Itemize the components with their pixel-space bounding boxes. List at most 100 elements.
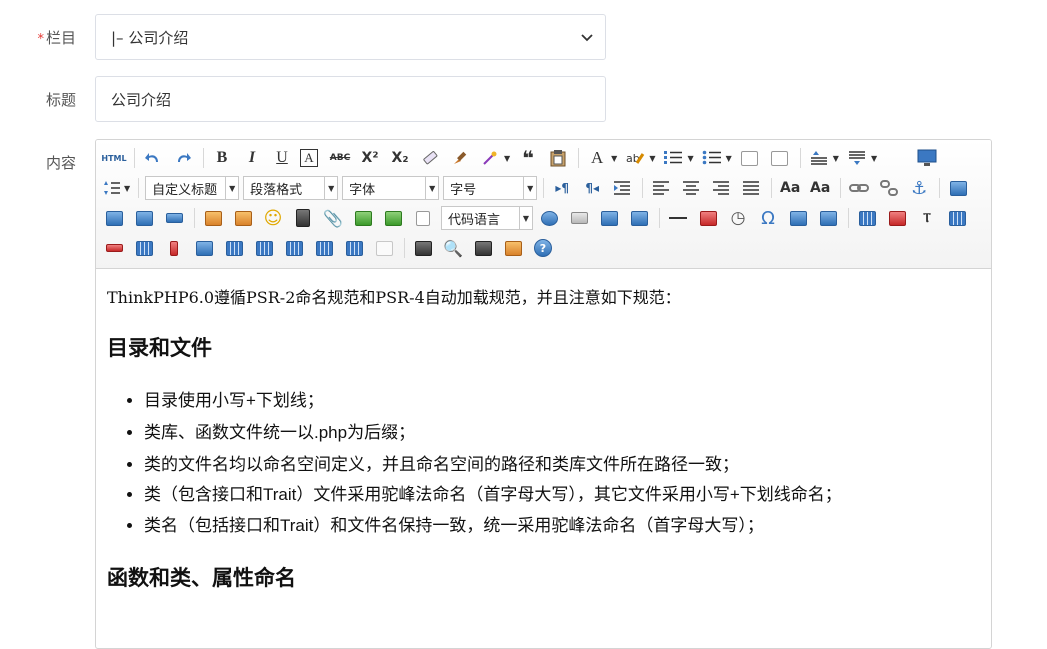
merge-cells-button[interactable] [192,236,216,260]
print-button[interactable] [411,236,435,260]
superscript-button[interactable]: X² [358,146,382,170]
category-label-text: 栏目 [45,29,76,47]
font-size-select[interactable]: 字号 ▼ [443,176,538,200]
template-button[interactable] [597,206,621,230]
chevron-down-icon[interactable]: ▼ [649,154,655,163]
emotion-button[interactable]: ☺ [261,206,285,230]
insert-frame-button[interactable] [411,206,435,230]
underline-button[interactable]: U [270,146,294,170]
background-color-button[interactable]: ab [623,146,647,170]
chevron-down-icon[interactable]: ▼ [504,154,510,163]
to-uppercase-button[interactable]: Aa [778,176,802,200]
fullscreen-button[interactable] [915,146,939,170]
charts-button[interactable] [372,236,396,260]
insert-col-button[interactable] [132,236,156,260]
justify-full-button[interactable] [739,176,763,200]
merge-down-button[interactable] [252,236,276,260]
image-center-button[interactable] [162,206,186,230]
chevron-down-icon[interactable]: ▼ [871,154,877,163]
fontborder-button[interactable]: A [300,149,318,167]
font-family-select[interactable]: 字体 ▼ [342,176,440,200]
attachment-button[interactable]: 📎 [321,206,345,230]
anchor-button[interactable]: ⚓ [907,176,931,200]
select-all-button[interactable] [738,146,762,170]
justify-right-button[interactable] [709,176,733,200]
chevron-down-icon[interactable]: ▼ [611,154,617,163]
insert-table-button[interactable] [855,206,879,230]
drafts-button[interactable] [501,236,525,260]
category-select[interactable]: |– 公司介绍 [95,14,606,60]
delete-col-button[interactable] [162,236,186,260]
unordered-list-button[interactable] [700,146,724,170]
redo-button[interactable] [171,146,195,170]
code-language-select[interactable]: 代码语言 ▼ [441,206,533,230]
auto-typeset-button[interactable] [478,146,502,170]
help-button[interactable]: ? [531,236,555,260]
font-color-button[interactable]: A [585,146,609,170]
to-lowercase-button[interactable]: Aa [808,176,832,200]
simple-upload-button[interactable] [201,206,225,230]
map-button[interactable] [351,206,375,230]
toolbar-separator [642,178,644,198]
link-button[interactable] [847,176,871,200]
word-image-button[interactable] [786,206,810,230]
line-height-button[interactable] [102,176,122,200]
insert-row-button[interactable] [945,206,969,230]
web-app-button[interactable] [537,206,561,230]
strikethrough-button[interactable]: ABC [328,146,352,170]
insert-paragraph-before-table-button[interactable]: Ⲧ [915,206,939,230]
split-to-cols-button[interactable] [342,236,366,260]
undo-button[interactable] [141,146,165,170]
indent-button[interactable] [610,176,634,200]
time-button[interactable]: ◷ [726,206,750,230]
html-source-button[interactable]: HTML [101,146,126,170]
custom-title-select[interactable]: 自定义标题 ▼ [145,176,240,200]
preview-button[interactable]: 🔍 [441,236,465,260]
unlink-button[interactable] [877,176,901,200]
chevron-down-icon[interactable]: ▼ [833,154,839,163]
chevron-down-icon[interactable]: ▼ [124,184,130,193]
unlink-icon [880,180,899,196]
editor-content[interactable]: ThinkPHP6.0遵循PSR-2命名规范和PSR-4自动加载规范，并且注意如… [107,280,967,592]
title-input[interactable]: 公司介绍 [95,76,606,122]
content-label: 内容 [45,154,76,172]
horizontal-rule-button[interactable] [666,206,690,230]
scrawl-button[interactable] [816,206,840,230]
row-spacing-top-button[interactable] [807,146,831,170]
chevron-down-icon[interactable]: ▼ [687,154,693,163]
split-to-rows-button[interactable] [312,236,336,260]
special-chars-button[interactable]: Ω [756,206,780,230]
chevron-down-icon[interactable]: ▼ [726,154,732,163]
justify-left-button[interactable] [649,176,673,200]
gmap-button[interactable] [381,206,405,230]
paragraph-format-select[interactable]: 段落格式 ▼ [243,176,339,200]
justify-center-button[interactable] [679,176,703,200]
paste-text-button[interactable] [546,146,570,170]
image-right-button[interactable] [132,206,156,230]
search-replace-button[interactable] [471,236,495,260]
clear-document-button[interactable] [768,146,792,170]
insert-image-button[interactable] [231,206,255,230]
subscript-button[interactable]: X₂ [388,146,412,170]
ordered-list-button[interactable] [661,146,685,170]
date-button[interactable] [696,206,720,230]
format-brush-button[interactable] [448,146,472,170]
delete-table-button[interactable] [885,206,909,230]
direction-ltr-button[interactable]: ▸¶ [550,176,574,200]
eraser-button[interactable] [418,146,442,170]
italic-button[interactable]: I [240,146,264,170]
chevron-down-icon: ▼ [324,177,337,199]
delete-row-button[interactable] [102,236,126,260]
merge-right-button[interactable] [222,236,246,260]
insert-video-button[interactable] [291,206,315,230]
row-spacing-bottom-button[interactable] [845,146,869,170]
split-to-cells-button[interactable] [282,236,306,260]
page-break-button[interactable] [567,206,591,230]
direction-rtl-button[interactable]: ¶◂ [580,176,604,200]
bold-button[interactable]: B [210,146,234,170]
background-button[interactable] [627,206,651,230]
rich-text-editor[interactable]: HTML B I U A ABC X² X₂ ▼ ❝ A ▼ ab ▼ ▼ ▼ … [95,139,992,649]
image-none-button[interactable] [946,176,970,200]
blockquote-button[interactable]: ❝ [516,146,540,170]
image-left-button[interactable] [102,206,126,230]
